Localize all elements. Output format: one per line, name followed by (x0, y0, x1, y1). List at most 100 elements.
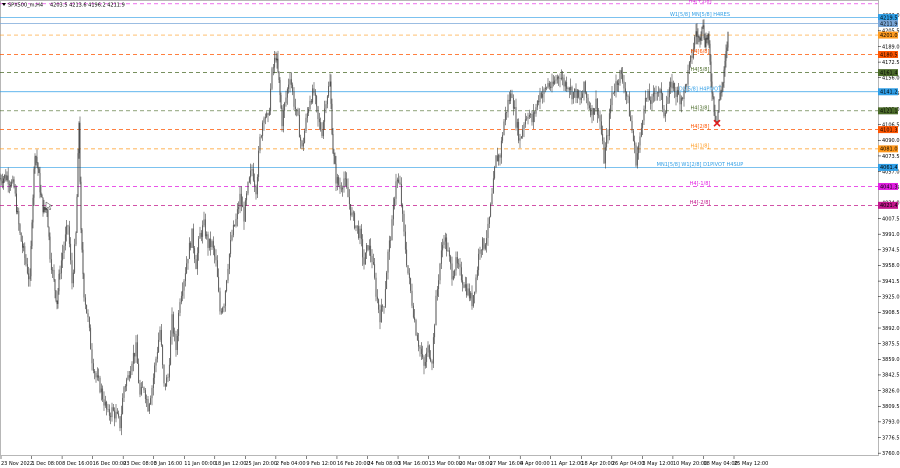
candle-body (164, 383, 166, 387)
candle-body (498, 155, 500, 162)
candle-body (496, 155, 498, 162)
candle-body (162, 345, 164, 365)
candle-body (691, 55, 693, 58)
candle-body (623, 81, 625, 89)
price-tag-label: 4161.4 (880, 70, 898, 76)
candle-body (300, 137, 302, 141)
candle-body (56, 300, 58, 305)
candle-body (408, 273, 410, 279)
candle-body (416, 335, 418, 341)
candle-body (380, 305, 382, 323)
candle-body (294, 106, 296, 110)
y-tick-label: 3892.0 (882, 326, 900, 332)
candle-body (636, 153, 638, 166)
chart-window[interactable]: H4[+1/8] W1[5/8] MN[5/8] H4RES H4[6/8] H4[5… (0, 0, 900, 468)
candle-body (192, 228, 194, 249)
candle-body (592, 108, 594, 115)
candle-body (351, 212, 353, 216)
candle-body (276, 58, 278, 61)
candle-body (547, 83, 549, 88)
candle-body (406, 249, 408, 266)
candle-body (531, 114, 533, 123)
candle-body (235, 219, 237, 226)
candle-body (722, 82, 724, 87)
candle-body (528, 114, 530, 117)
candle-body (277, 58, 279, 72)
candle-body (344, 178, 346, 180)
price-axis[interactable]: 4222.04205.54189.04172.54156.04139.54123… (878, 13, 900, 457)
y-tick-label: 3826.0 (882, 388, 900, 394)
y-tick-label: 3991.0 (882, 232, 900, 238)
candle-body (98, 375, 100, 378)
candle-body (619, 70, 621, 84)
candle-body (238, 207, 240, 210)
candle-body (540, 92, 542, 98)
candle-body (146, 398, 148, 400)
candle-body (384, 289, 386, 307)
x-tick-label: 4 Apr 00:00 (520, 461, 549, 467)
candle-body (672, 83, 674, 89)
candle-body (259, 136, 261, 151)
x-tick-label: 13 Mar 00:00 (429, 461, 462, 467)
candle-body (210, 238, 212, 248)
candle-body (288, 84, 290, 89)
candle-body (718, 99, 720, 112)
candle-body (512, 98, 514, 109)
candle-body (12, 179, 14, 182)
candle-body (571, 86, 573, 100)
candle-body (568, 87, 570, 91)
candle-body (347, 186, 349, 198)
candle-body (536, 100, 538, 108)
candle-body (424, 361, 426, 366)
candle-body (218, 276, 220, 292)
candle-body (499, 155, 501, 158)
candle-body (492, 178, 494, 194)
y-tick-label: 4090.0 (882, 138, 900, 144)
candle-body (514, 107, 516, 109)
candle-body (558, 76, 560, 79)
level-label: H4[-2/8] (690, 200, 711, 206)
candle-body (43, 207, 45, 213)
candle-body (254, 180, 256, 187)
candle-body (301, 140, 303, 147)
y-tick-label: 3760.0 (882, 451, 900, 457)
candle-body (502, 134, 504, 141)
candle-body (506, 111, 508, 113)
candle-body (392, 205, 394, 220)
candle-body (451, 263, 453, 280)
candle-body (713, 96, 715, 113)
candle-body (723, 69, 725, 83)
candle-body (166, 377, 168, 387)
candle-body (442, 244, 444, 251)
candle-body (41, 195, 43, 198)
candle-body (199, 232, 201, 239)
candle-body (355, 225, 357, 229)
candle-body (178, 312, 180, 336)
candle-body (726, 47, 728, 52)
candle-body (203, 219, 205, 226)
candle-body (462, 280, 464, 285)
candle-body (250, 170, 252, 178)
candle-body (438, 280, 440, 290)
candle-body (387, 251, 389, 273)
candle-body (426, 352, 428, 362)
level-label: H4[1/8] (691, 143, 710, 149)
candle-body (304, 130, 306, 144)
candle-body (8, 184, 10, 186)
candle-body (296, 109, 298, 110)
candle-body (503, 121, 505, 135)
candle-body (575, 88, 577, 98)
y-tick-label: 3875.5 (882, 341, 900, 347)
candle-body (607, 135, 609, 137)
candle-body (47, 210, 49, 228)
price-chart[interactable]: H4[+1/8] W1[5/8] MN[5/8] H4RES H4[6/8] H4[5… (0, 0, 900, 468)
candle-body (366, 245, 368, 253)
candle-body (320, 122, 322, 130)
candle-body (332, 133, 334, 153)
candle-body (31, 222, 33, 247)
candle-body (44, 207, 46, 210)
candle-body (611, 92, 613, 106)
candle-body (556, 76, 558, 80)
candle-body (242, 204, 244, 208)
x-tick-label: 11 Jan 00:00 (184, 461, 216, 467)
